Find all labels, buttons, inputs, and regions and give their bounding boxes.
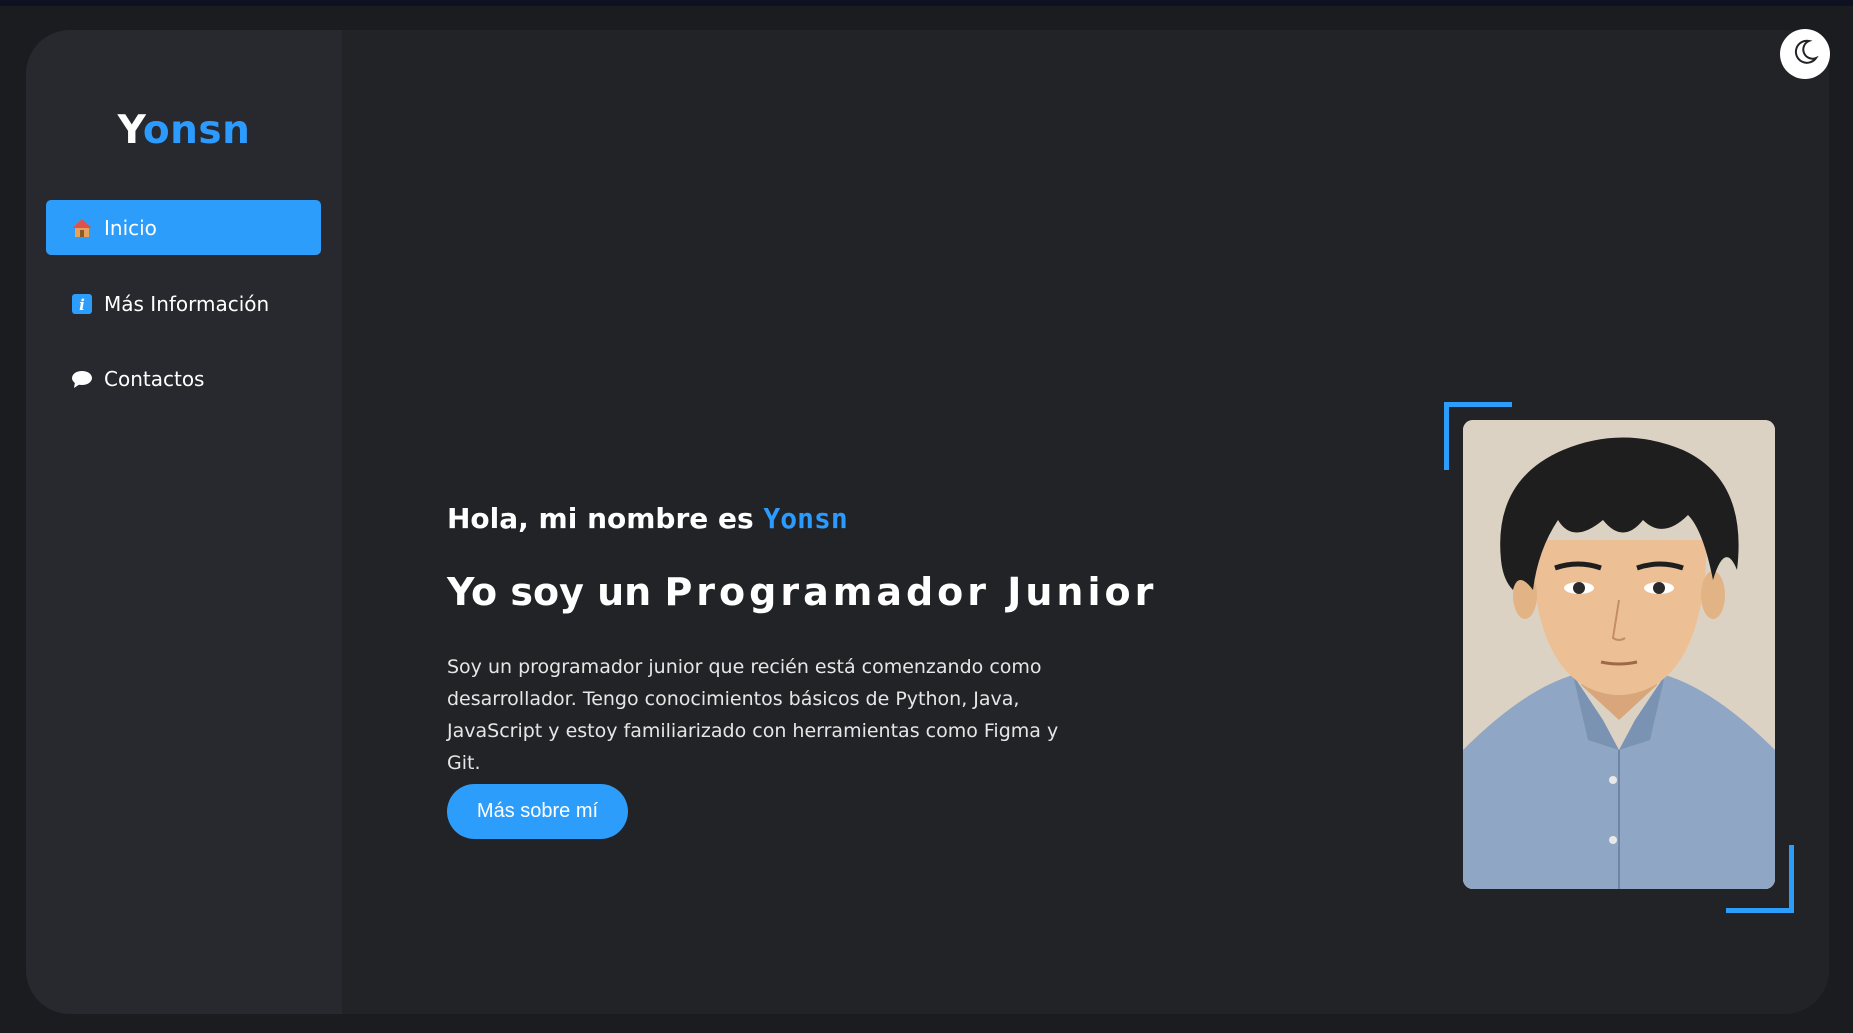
role-title: Programador Junior (664, 570, 1158, 614)
sidebar-item-contactos[interactable]: Contactos (46, 351, 321, 406)
info-icon: i (70, 292, 94, 316)
speech-bubble-icon (70, 367, 94, 391)
sidebar-item-inicio[interactable]: Inicio (46, 200, 321, 255)
moon-icon (1791, 38, 1819, 71)
brand-logo-initial: Y (117, 108, 143, 153)
top-border (0, 0, 1853, 6)
greeting-heading: Hola, mi nombre es Yonsn (447, 502, 848, 535)
role-heading: Yo soy un Programador Junior (447, 570, 1157, 614)
sidebar-item-label: Contactos (104, 366, 205, 391)
greeting-prefix: Hola, mi nombre es (447, 502, 754, 535)
svg-text:i: i (79, 296, 85, 314)
role-prefix: Yo soy un (447, 570, 652, 614)
profile-portrait (1463, 420, 1775, 889)
brand-logo-rest: onsn (142, 108, 251, 153)
sidebar-item-label: Más Información (104, 291, 270, 316)
house-icon (70, 216, 94, 240)
sidebar-item-label: Inicio (104, 215, 157, 240)
brand-logo[interactable]: Yonsn (26, 108, 342, 153)
greeting-name: Yonsn (763, 502, 848, 535)
hero-description: Soy un programador junior que recién est… (447, 656, 1059, 774)
sidebar-item-mas-informacion[interactable]: i Más Información (46, 276, 321, 331)
app-frame: Yonsn Inicio i Más Información Contactos… (26, 30, 1829, 1014)
theme-toggle-button[interactable] (1780, 29, 1830, 79)
sidebar: Yonsn Inicio i Más Información Contactos (26, 30, 342, 1014)
more-about-me-button[interactable]: Más sobre mí (447, 784, 628, 839)
